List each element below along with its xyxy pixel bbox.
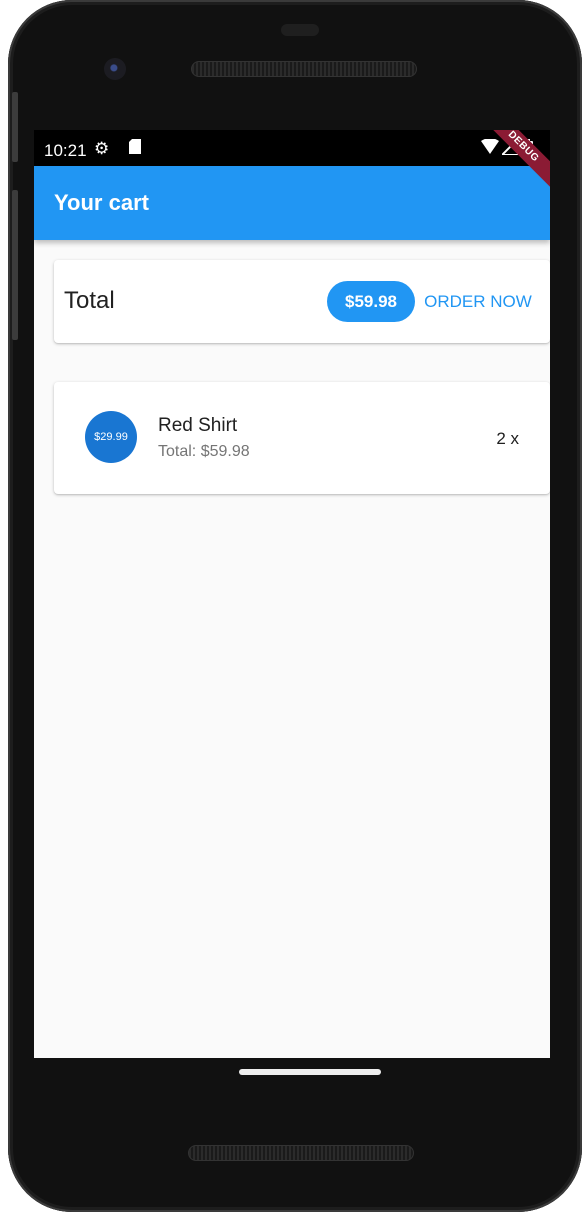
item-quantity: 2 x	[496, 429, 519, 448]
status-bar: 10:21 ⚙	[34, 130, 550, 166]
phone-frame: 10:21 ⚙ DEBUG Your cart Total $59.98 ORD…	[8, 0, 582, 1212]
bottom-speaker	[188, 1145, 414, 1161]
proximity-sensor	[281, 24, 319, 36]
status-time: 10:21	[44, 141, 87, 160]
cart-total-card: Total $59.98 ORDER NOW	[54, 260, 550, 343]
front-camera	[104, 58, 126, 80]
wifi-icon	[481, 138, 499, 159]
settings-icon: ⚙	[94, 139, 110, 158]
home-gesture-bar[interactable]	[239, 1069, 381, 1075]
volume-button	[12, 92, 18, 162]
screen: 10:21 ⚙ DEBUG Your cart Total $59.98 ORD…	[34, 130, 550, 1058]
item-title: Red Shirt	[158, 415, 238, 436]
order-now-button[interactable]: ORDER NOW	[418, 281, 538, 322]
total-label: Total	[64, 287, 115, 314]
cart-item[interactable]: $29.99 Red Shirt Total: $59.98 2 x	[54, 382, 550, 494]
page-title: Your cart	[54, 190, 149, 215]
item-subtotal: Total: $59.98	[158, 443, 250, 460]
cart-body: Total $59.98 ORDER NOW $29.99 Red Shirt …	[34, 240, 550, 1058]
total-amount-chip: $59.98	[327, 281, 415, 322]
power-button	[12, 190, 18, 340]
sd-card-icon	[129, 139, 141, 159]
item-price-avatar: $29.99	[85, 411, 137, 463]
app-bar: Your cart	[34, 166, 550, 240]
earpiece-speaker	[191, 61, 417, 77]
